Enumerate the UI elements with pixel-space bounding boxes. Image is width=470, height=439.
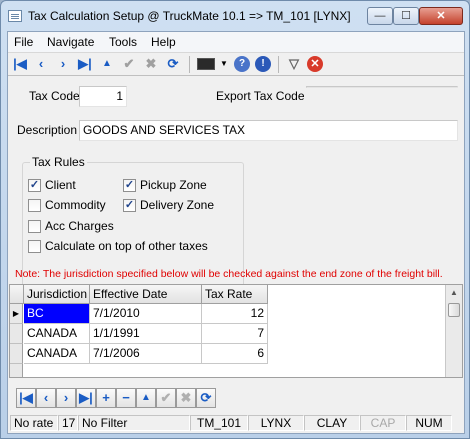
client-check-icon: ✓	[28, 178, 41, 192]
menu-help[interactable]: Help	[151, 35, 176, 49]
next-record-icon[interactable]: ›	[55, 56, 71, 72]
commodity-check-box	[28, 198, 41, 212]
nav-insert-icon[interactable]: +	[96, 388, 116, 408]
nav-prior-icon[interactable]: ‹	[36, 388, 56, 408]
menu-tools[interactable]: Tools	[109, 35, 137, 49]
status-server: LYNX	[248, 415, 304, 431]
app-window: Tax Calculation Setup @ TruckMate 10.1 =…	[0, 0, 470, 439]
column-header-effective-date[interactable]: Effective Date	[90, 285, 202, 304]
delivery-zone-checkbox[interactable]: ✓ Delivery Zone	[123, 198, 214, 212]
filter-icon[interactable]: ▽	[286, 56, 302, 72]
status-bar: No rate 17 No Filter TM_101 LYNX CLAY CA…	[8, 413, 464, 433]
nav-edit-icon[interactable]: ▲	[136, 388, 156, 408]
table-row-3-effective-date[interactable]: 7/1/2006	[90, 344, 202, 364]
status-user: CLAY	[304, 415, 360, 431]
table-row-3-tax-rate[interactable]: 6	[202, 344, 268, 364]
window-title: Tax Calculation Setup @ TruckMate 10.1 =…	[28, 9, 351, 23]
export-tax-code-label: Export Tax Code	[216, 89, 305, 103]
close-form-icon[interactable]: ✕	[307, 56, 323, 72]
db-navigator: |◀ ‹ › ▶| + − ▲ ✔ ✖ ⟳	[16, 388, 216, 408]
table-row-2-effective-date[interactable]: 1/1/1991	[90, 324, 202, 344]
nav-last-icon[interactable]: ▶|	[76, 388, 96, 408]
first-record-icon[interactable]: |◀	[12, 56, 28, 72]
status-caps-lock: CAP	[360, 415, 406, 431]
last-record-icon[interactable]: ▶|	[77, 56, 93, 72]
pickup-zone-check-icon: ✓	[123, 178, 136, 192]
row-indicator	[10, 344, 23, 364]
toolbar: |◀ ‹ › ▶| ▲ ✔ ✖ ⟳ ▼ ? ! ▽ ✕	[8, 52, 464, 76]
status-filter: No Filter	[78, 415, 190, 431]
refresh-icon[interactable]: ⟳	[165, 56, 181, 72]
close-button[interactable]: ✕	[419, 7, 463, 25]
column-header-tax-rate[interactable]: Tax Rate	[202, 285, 268, 304]
grid-corner	[10, 285, 24, 304]
pickup-zone-checkbox[interactable]: ✓ Pickup Zone	[123, 178, 207, 192]
nav-post-icon[interactable]: ✔	[156, 388, 176, 408]
description-field[interactable]: GOODS AND SERVICES TAX	[79, 120, 458, 141]
grid-scrollbar[interactable]: ▲	[445, 285, 462, 377]
tax-code-label: Tax Code	[29, 89, 80, 103]
help-icon[interactable]: ?	[234, 56, 250, 72]
dropdown-icon[interactable]: ▼	[216, 56, 232, 72]
table-row-1-jurisdiction[interactable]: BC	[24, 304, 90, 324]
post-icon[interactable]: ✔	[121, 56, 137, 72]
nav-delete-icon[interactable]: −	[116, 388, 136, 408]
nav-cancel-icon[interactable]: ✖	[176, 388, 196, 408]
table-row-1-effective-date[interactable]: 7/1/2010	[90, 304, 202, 324]
table-row-2-jurisdiction[interactable]: CANADA	[24, 324, 90, 344]
table-row-3-jurisdiction[interactable]: CANADA	[24, 344, 90, 364]
menu-bar: File Navigate Tools Help	[8, 32, 464, 52]
status-rate: No rate	[10, 415, 58, 431]
row-indicator	[10, 364, 23, 377]
acc-charges-check-box	[28, 219, 41, 233]
delivery-zone-check-icon: ✓	[123, 198, 136, 212]
insert-icon[interactable]: ▲	[99, 56, 115, 72]
tax-code-field[interactable]: 1	[79, 86, 127, 107]
jurisdiction-grid[interactable]: Jurisdiction Effective Date Tax Rate ▶ B…	[9, 284, 463, 378]
client-checkbox[interactable]: ✓ Client	[28, 178, 76, 192]
nav-next-icon[interactable]: ›	[56, 388, 76, 408]
client-area: File Navigate Tools Help |◀ ‹ › ▶| ▲ ✔ ✖…	[7, 31, 465, 434]
commodity-checkbox[interactable]: Commodity	[28, 198, 106, 212]
cancel-icon[interactable]: ✖	[143, 56, 159, 72]
prior-record-icon[interactable]: ‹	[33, 56, 49, 72]
tax-rules-title: Tax Rules	[30, 155, 87, 169]
nav-first-icon[interactable]: |◀	[16, 388, 36, 408]
minimize-button[interactable]: —	[367, 7, 393, 25]
menu-file[interactable]: File	[14, 35, 33, 49]
status-database: TM_101	[190, 415, 248, 431]
info-icon[interactable]: !	[255, 56, 271, 72]
description-label: Description	[17, 123, 78, 137]
toolbar-separator	[278, 56, 279, 73]
table-row-1-tax-rate[interactable]: 12	[202, 304, 268, 324]
maximize-button[interactable]: ☐	[393, 7, 419, 25]
monitor-icon[interactable]	[197, 58, 215, 70]
column-header-jurisdiction[interactable]: Jurisdiction	[24, 285, 90, 304]
export-tax-code-field[interactable]	[306, 86, 458, 88]
scroll-thumb[interactable]	[448, 303, 460, 317]
title-bar[interactable]: Tax Calculation Setup @ TruckMate 10.1 =…	[1, 1, 469, 31]
jurisdiction-note: Note: The jurisdiction specified below w…	[15, 268, 443, 280]
menu-navigate[interactable]: Navigate	[47, 35, 94, 49]
status-num-lock: NUM	[406, 415, 452, 431]
acc-charges-checkbox[interactable]: Acc Charges	[28, 219, 114, 233]
app-icon	[8, 10, 22, 22]
toolbar-separator	[189, 56, 190, 73]
calc-on-top-checkbox[interactable]: Calculate on top of other taxes	[28, 239, 208, 253]
calc-on-top-check-box	[28, 239, 41, 253]
status-count: 17	[58, 415, 78, 431]
nav-refresh-icon[interactable]: ⟳	[196, 388, 216, 408]
row-indicator	[10, 324, 23, 344]
scroll-up-icon[interactable]: ▲	[446, 285, 462, 301]
table-row-2-tax-rate[interactable]: 7	[202, 324, 268, 344]
current-row-indicator-icon: ▶	[10, 304, 23, 324]
